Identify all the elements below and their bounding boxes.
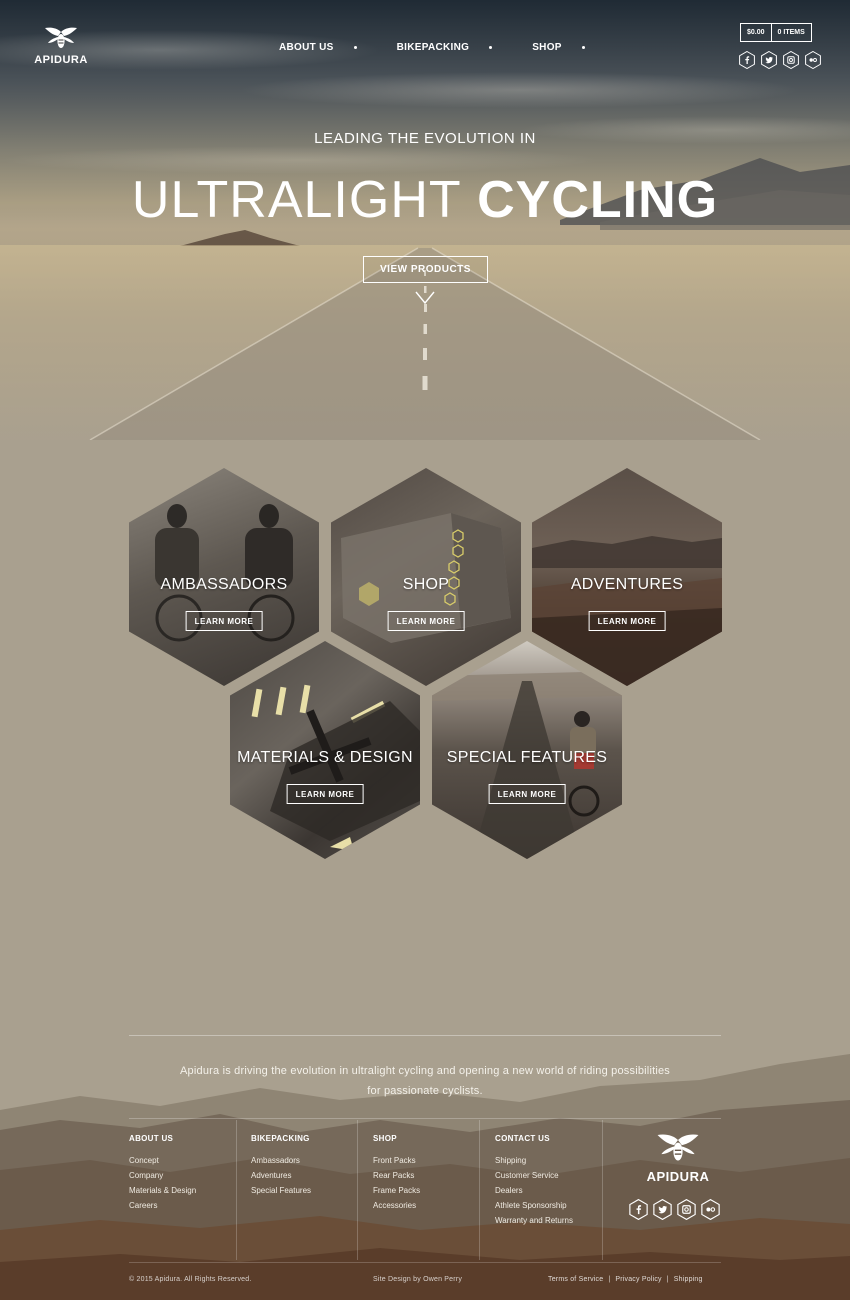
- footer-link-adventures[interactable]: Adventures: [251, 1168, 311, 1183]
- tile-ambassadors-learn-more[interactable]: LEARN MORE: [185, 611, 263, 631]
- footer-link-shipping[interactable]: Shipping: [495, 1153, 573, 1168]
- instagram-icon[interactable]: [676, 1199, 697, 1220]
- footer-legal-separator: |: [666, 1276, 669, 1283]
- cart-total: $0.00: [741, 24, 772, 41]
- footer-brand-logo[interactable]: APIDURA: [636, 1132, 720, 1184]
- footer-col-title: ABOUT US: [129, 1134, 174, 1143]
- footer-link-customer-service[interactable]: Customer Service: [495, 1168, 573, 1183]
- tile-adventures-title: ADVENTURES: [570, 576, 684, 593]
- footer-link-accessories[interactable]: Accessories: [373, 1198, 420, 1213]
- tile-shop-title: SHOP: [402, 576, 450, 593]
- nav-shop-label: SHOP: [532, 42, 562, 53]
- footer-copyright: © 2015 Apidura. All Rights Reserved.: [129, 1276, 252, 1283]
- footer-divider: [129, 1118, 721, 1119]
- footer-column-divider: [357, 1120, 358, 1260]
- footer-link-frame-packs[interactable]: Frame Packs: [373, 1183, 420, 1198]
- footer-column-divider: [479, 1120, 480, 1260]
- nav-separator-dot: [489, 46, 493, 49]
- tile-special-features-title: SPECIAL FEATURES: [446, 749, 608, 766]
- bee-icon: [45, 27, 77, 48]
- nav-bikepacking-label: BIKEPACKING: [396, 42, 470, 53]
- footer-link-front-packs[interactable]: Front Packs: [373, 1153, 420, 1168]
- hero-title-bold: CYCLING: [477, 171, 719, 229]
- tile-materials-design-title: MATERIALS & DESIGN: [237, 749, 413, 766]
- flickr-icon[interactable]: [804, 51, 822, 69]
- footer-link-privacy[interactable]: Privacy Policy: [615, 1276, 661, 1283]
- brand-name: APIDURA: [34, 54, 88, 66]
- footer-link-legal-shipping[interactable]: Shipping: [674, 1276, 703, 1283]
- footer-link-athlete-sponsorship[interactable]: Athlete Sponsorship: [495, 1198, 573, 1213]
- tile-special-features-learn-more[interactable]: LEARN MORE: [488, 784, 566, 804]
- footer-link-warranty-returns[interactable]: Warranty and Returns: [495, 1213, 573, 1228]
- footer-credit[interactable]: Site Design by Owen Perry: [373, 1276, 462, 1283]
- footer-column-divider: [236, 1120, 237, 1260]
- nav-dropdown-dot: [581, 46, 585, 49]
- tile-materials-design-learn-more[interactable]: LEARN MORE: [286, 784, 364, 804]
- hero-title-light: ULTRALIGHT: [131, 171, 462, 229]
- footer-legal-separator: |: [608, 1276, 611, 1283]
- footer-link-dealers[interactable]: Dealers: [495, 1183, 573, 1198]
- footer-col-title: CONTACT US: [495, 1134, 550, 1143]
- footer-link-terms[interactable]: Terms of Service: [548, 1276, 603, 1283]
- tile-special-features[interactable]: SPECIAL FEATURES LEARN MORE: [432, 641, 622, 859]
- nav-about-us-label: ABOUT US: [279, 42, 334, 53]
- tile-adventures-learn-more[interactable]: LEARN MORE: [588, 611, 666, 631]
- brand-logo[interactable]: APIDURA: [28, 26, 94, 66]
- footer-link-careers[interactable]: Careers: [129, 1198, 196, 1213]
- footer-col-title: BIKEPACKING: [251, 1134, 310, 1143]
- footer-divider: [129, 1035, 721, 1036]
- bee-icon: [657, 1134, 699, 1161]
- facebook-icon[interactable]: [628, 1199, 649, 1220]
- footer-divider: [129, 1262, 721, 1263]
- footer-tagline: Apidura is driving the evolution in ultr…: [180, 1065, 670, 1097]
- tile-shop[interactable]: SHOP LEARN MORE: [331, 468, 521, 686]
- header-social-links: [738, 51, 822, 69]
- hero-title: ULTRALIGHT CYCLING: [0, 170, 850, 230]
- footer-col-contact: CONTACT US Shipping Customer Service Dea…: [495, 1134, 573, 1228]
- footer-col-bikepacking: BIKEPACKING Ambassadors Adventures Speci…: [251, 1134, 311, 1198]
- tile-materials-design[interactable]: MATERIALS & DESIGN LEARN MORE: [230, 641, 420, 859]
- footer-col-shop: SHOP Front Packs Rear Packs Frame Packs …: [373, 1134, 420, 1213]
- nav-shop[interactable]: SHOP: [532, 42, 585, 53]
- footer-col-title: SHOP: [373, 1134, 397, 1143]
- nav-about-us[interactable]: ABOUT US: [279, 42, 397, 53]
- footer-link-materials-design[interactable]: Materials & Design: [129, 1183, 196, 1198]
- twitter-icon[interactable]: [652, 1199, 673, 1220]
- footer-brand-name: APIDURA: [646, 1169, 710, 1184]
- instagram-icon[interactable]: [782, 51, 800, 69]
- chevron-down-icon[interactable]: [415, 291, 435, 305]
- facebook-icon[interactable]: [738, 51, 756, 69]
- footer-link-concept[interactable]: Concept: [129, 1153, 196, 1168]
- footer-link-rear-packs[interactable]: Rear Packs: [373, 1168, 420, 1183]
- nav-separator-dot: [353, 46, 357, 49]
- tile-shop-learn-more[interactable]: LEARN MORE: [387, 611, 465, 631]
- tile-adventures[interactable]: ADVENTURES LEARN MORE: [532, 468, 722, 686]
- tile-ambassadors-title: AMBASSADORS: [160, 576, 288, 593]
- footer-social-links: [628, 1199, 721, 1220]
- hero-subtitle: LEADING THE EVOLUTION IN: [314, 130, 536, 147]
- footer-link-special-features[interactable]: Special Features: [251, 1183, 311, 1198]
- tile-ambassadors[interactable]: AMBASSADORS LEARN MORE: [129, 468, 319, 686]
- cart-item-count: 0 ITEMS: [777, 29, 805, 36]
- footer-column-divider: [602, 1120, 603, 1260]
- footer-link-ambassadors[interactable]: Ambassadors: [251, 1153, 311, 1168]
- twitter-icon[interactable]: [760, 51, 778, 69]
- footer-col-about: ABOUT US Concept Company Materials & Des…: [129, 1134, 196, 1213]
- nav-bikepacking[interactable]: BIKEPACKING: [397, 42, 533, 53]
- flickr-icon[interactable]: [700, 1199, 721, 1220]
- view-products-button[interactable]: VIEW PRODUCTS: [363, 256, 488, 283]
- cart-widget[interactable]: $0.00 0 ITEMS: [740, 23, 812, 42]
- main-nav: ABOUT US BIKEPACKING SHOP: [279, 42, 585, 53]
- footer-link-company[interactable]: Company: [129, 1168, 196, 1183]
- footer-legal-links: Terms of Service | Privacy Policy | Ship…: [548, 1276, 703, 1283]
